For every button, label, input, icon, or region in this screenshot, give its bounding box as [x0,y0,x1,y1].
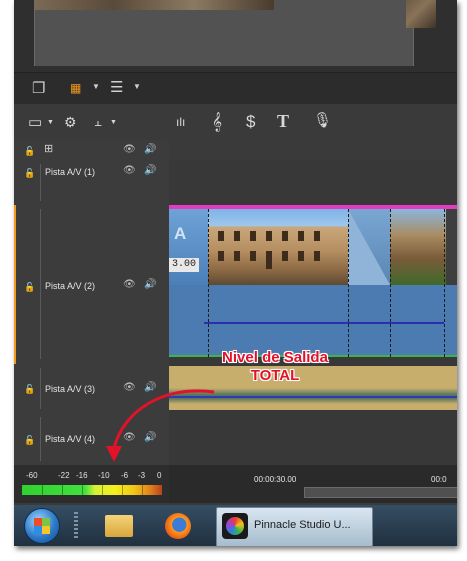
annotation-arrow [106,389,215,462]
annotation-line-1: Nivel de Salida [222,349,328,366]
taskbar-explorer-button[interactable] [94,507,144,545]
application-window: ❐ ▦ ▼ ☰ ▼ ▭ ▼ ⚙ ⫠ ▼ ılı 𝄞 $ T 🎙 🔓 ⊞ 👁 🔊 … [14,0,457,546]
taskbar-grip[interactable] [74,512,78,540]
taskbar-firefox-button[interactable] [158,507,198,545]
firefox-icon [165,513,191,539]
annotation-line-2: TOTAL [250,367,300,384]
pinnacle-studio-icon [222,513,248,539]
start-button[interactable] [24,508,60,544]
annotation-text: Nivel de Salida TOTAL [200,349,350,385]
folder-icon [105,515,133,537]
taskbar-window-label: Pinnacle Studio U... [254,519,351,531]
taskbar-pinnacle-button[interactable]: Pinnacle Studio U... [216,507,373,546]
